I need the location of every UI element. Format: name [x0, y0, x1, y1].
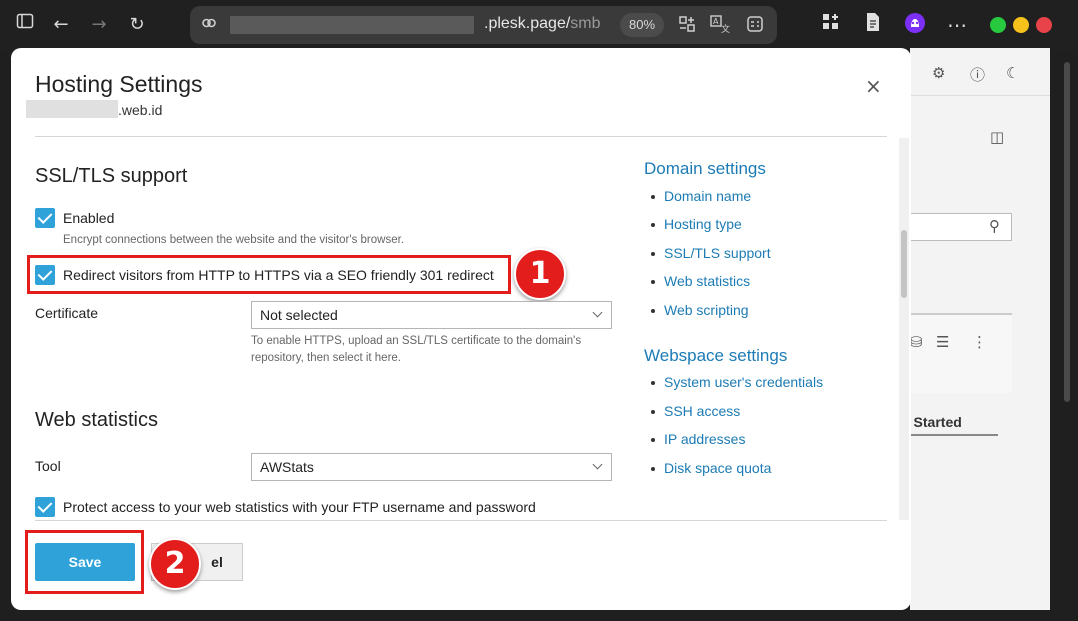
minimize-button[interactable]: [990, 17, 1006, 33]
tab-underline: [910, 434, 998, 436]
nav-ip-addresses[interactable]: IP addresses: [651, 431, 745, 447]
step-badge-2: 2: [149, 538, 201, 590]
protect-stats-checkbox[interactable]: [35, 497, 55, 517]
search-icon: ⚲: [989, 217, 1000, 235]
collapse-icon[interactable]: ◫: [990, 128, 1004, 146]
protect-stats-label: Protect access to your web statistics wi…: [63, 499, 536, 515]
forward-icon[interactable]: →: [86, 12, 112, 38]
svg-text:A: A: [713, 17, 719, 26]
page-scrollbar[interactable]: [1050, 52, 1078, 621]
svg-text:文: 文: [721, 23, 730, 33]
redirect-checkbox[interactable]: [35, 265, 55, 285]
domain-name: .web.id: [118, 102, 163, 118]
kebab-icon[interactable]: ⋮: [972, 333, 987, 351]
tool-label: Tool: [35, 458, 61, 474]
back-icon[interactable]: ←: [48, 12, 74, 38]
profile-icon[interactable]: [902, 12, 928, 38]
browser-toolbar: ← → ↻ .plesk.page/smb 80% A文 ⋯: [0, 0, 1078, 52]
background-search[interactable]: ⚲: [910, 213, 1012, 241]
redacted-url: [230, 16, 474, 34]
nav-disk-space-quota[interactable]: Disk space quota: [651, 460, 771, 476]
globe-icon[interactable]: ⚙: [932, 64, 945, 82]
nav-domain-name[interactable]: Domain name: [651, 188, 751, 204]
chevron-down-icon: [592, 459, 603, 470]
save-button[interactable]: Save: [35, 543, 135, 581]
enabled-checkbox[interactable]: [35, 208, 55, 228]
domain-settings-heading: Domain settings: [644, 159, 766, 178]
zoom-badge[interactable]: 80%: [620, 13, 664, 37]
step-badge-1: 1: [514, 248, 566, 300]
webspace-settings-heading: Webspace settings: [644, 346, 788, 365]
maximize-button[interactable]: [1013, 17, 1029, 33]
link-icon: [200, 14, 218, 36]
moon-icon[interactable]: ☾: [1006, 64, 1019, 82]
nav-ssh-access[interactable]: SSH access: [651, 403, 740, 419]
web-statistics-heading: Web statistics: [35, 409, 158, 431]
certificate-value: Not selected: [260, 307, 338, 323]
nav-hosting-type[interactable]: Hosting type: [651, 216, 742, 232]
database-icon[interactable]: ⛁: [910, 333, 923, 351]
window-close-button[interactable]: [1036, 17, 1052, 33]
nav-ssl-support[interactable]: SSL/TLS support: [651, 245, 771, 261]
nav-web-statistics[interactable]: Web statistics: [651, 273, 750, 289]
scrollbar-thumb[interactable]: [901, 230, 907, 298]
address-bar[interactable]: .plesk.page/smb 80% A文: [190, 6, 777, 44]
certificate-hint: To enable HTTPS, upload an SSL/TLS certi…: [251, 335, 582, 364]
more-icon[interactable]: ⋯: [944, 12, 970, 38]
reload-icon[interactable]: ↻: [124, 12, 150, 38]
certificate-select[interactable]: Not selected: [251, 301, 612, 329]
nav-system-user-credentials[interactable]: System user's credentials: [651, 374, 823, 390]
dialog-scrollbar[interactable]: [899, 138, 909, 520]
reader-icon[interactable]: [746, 15, 764, 37]
redacted-domain: [26, 100, 118, 118]
enabled-label: Enabled: [63, 210, 115, 226]
grid-icon[interactable]: [678, 15, 696, 37]
chevron-down-icon: [592, 307, 603, 318]
hosting-settings-dialog: Hosting Settings .web.id × SSL/TLS suppo…: [11, 48, 911, 610]
enabled-hint: Encrypt connections between the website …: [63, 234, 404, 246]
tool-select[interactable]: AWStats: [251, 453, 612, 481]
extensions-icon[interactable]: [818, 12, 844, 38]
redirect-label: Redirect visitors from HTTP to HTTPS via…: [63, 267, 494, 283]
help-icon[interactable]: ⓘ: [970, 64, 985, 85]
note-icon[interactable]: [860, 12, 886, 38]
url-text: .plesk.page/smb: [484, 15, 601, 32]
getting-started-tab[interactable]: t Started: [905, 414, 962, 430]
nav-web-scripting[interactable]: Web scripting: [651, 302, 749, 318]
dialog-title: Hosting Settings: [35, 71, 203, 97]
background-card: ⛁ ☰ ⋮: [910, 313, 1012, 393]
sidebar-icon[interactable]: [12, 12, 38, 38]
ssl-heading: SSL/TLS support: [35, 165, 188, 187]
translate-icon[interactable]: A文: [710, 15, 730, 37]
sliders-icon[interactable]: ☰: [936, 333, 949, 351]
tool-value: AWStats: [260, 459, 314, 475]
close-icon[interactable]: ×: [865, 74, 882, 98]
certificate-label: Certificate: [35, 305, 99, 321]
divider: [35, 136, 887, 137]
footer-divider: [35, 520, 887, 521]
